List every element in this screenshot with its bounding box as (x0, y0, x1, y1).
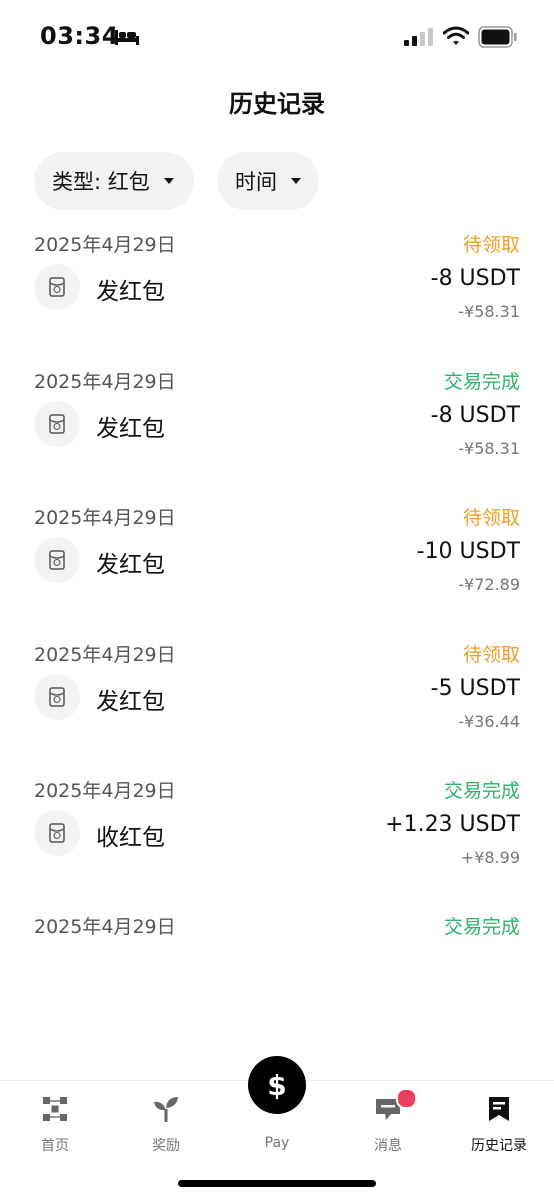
tab-home-label: 首页 (41, 1138, 69, 1154)
record-status: 待领取 (462, 507, 520, 530)
record-amount: -10 USDT (416, 539, 520, 565)
record-fiat-amount: -¥58.31 (458, 302, 520, 322)
red-packet-icon (34, 673, 80, 720)
home-indicator[interactable] (178, 1180, 376, 1187)
home-grid-icon (43, 1097, 67, 1121)
tab-history[interactable]: 历史记录 (454, 1093, 544, 1155)
red-packet-icon (34, 537, 80, 584)
record-date: 2025年4月29日 (34, 370, 176, 393)
record-row[interactable]: 2025年4月29日 交易完成收红包 +1.23 USDT +¥8.99 (0, 766, 554, 902)
dollar-icon: $ (267, 1068, 287, 1102)
record-amount: +1.23 USDT (385, 811, 520, 837)
record-status: 待领取 (462, 643, 520, 666)
record-row[interactable]: 2025年4月29日 交易完成 (0, 902, 554, 1038)
record-row[interactable]: 2025年4月29日 待领取发红包 -5 USDT -¥36.44 (0, 630, 554, 766)
page-title: 历史记录 (229, 90, 325, 118)
battery-icon (478, 26, 517, 48)
tab-messages[interactable]: 消息 (343, 1093, 433, 1155)
signal-icon (404, 28, 433, 46)
records-list[interactable]: 2025年4月29日交易完成发红包-6 USDT-¥43.732025年4月29… (0, 230, 554, 1080)
record-fiat-amount: +¥8.99 (460, 847, 520, 867)
record-date: 2025年4月29日 (34, 916, 176, 939)
record-fiat-amount: -¥72.89 (458, 575, 520, 595)
record-title: 发红包 (96, 279, 165, 306)
caret-down-icon (163, 178, 174, 184)
record-row[interactable]: 2025年4月29日 待领取发红包 -8 USDT -¥58.31 (0, 230, 554, 357)
notification-badge (396, 1088, 417, 1109)
tab-messages-label: 消息 (374, 1138, 402, 1154)
record-amount: -5 USDT (430, 675, 520, 701)
caret-down-icon (291, 178, 301, 184)
wifi-icon (443, 26, 469, 45)
sprout-icon (154, 1097, 178, 1122)
tab-rewards[interactable]: 奖励 (121, 1093, 211, 1155)
red-packet-icon (34, 400, 80, 447)
record-status: 交易完成 (443, 916, 520, 939)
record-status: 交易完成 (443, 370, 520, 393)
record-date: 2025年4月29日 (34, 779, 176, 802)
record-date: 2025年4月29日 (34, 234, 176, 257)
red-packet-icon (34, 264, 80, 311)
status-time: 03:34 (40, 22, 119, 50)
time-filter-dropdown[interactable]: 时间 (217, 152, 319, 210)
pay-button[interactable]: $ (248, 1056, 306, 1114)
record-status: 交易完成 (443, 779, 520, 802)
record-amount: -8 USDT (430, 266, 520, 292)
record-title: 发红包 (96, 415, 165, 442)
record-date: 2025年4月29日 (34, 643, 176, 666)
record-fiat-amount: -¥36.44 (458, 711, 520, 731)
time-filter-label: 时间 (235, 170, 277, 194)
record-title: 收红包 (96, 824, 165, 851)
tab-history-label: 历史记录 (471, 1138, 527, 1154)
record-row[interactable]: 2025年4月29日 交易完成发红包 -8 USDT -¥58.31 (0, 357, 554, 493)
receipt-icon (489, 1097, 509, 1121)
tab-home[interactable]: 首页 (10, 1093, 100, 1155)
record-title: 发红包 (96, 552, 165, 579)
type-filter-dropdown[interactable]: 类型: 红包 (34, 152, 194, 210)
record-date: 2025年4月29日 (34, 507, 176, 530)
record-amount: -8 USDT (430, 402, 520, 428)
tab-rewards-label: 奖励 (152, 1138, 180, 1154)
red-packet-icon (34, 809, 80, 856)
record-fiat-amount: -¥58.31 (458, 438, 520, 458)
type-filter-label: 类型: 红包 (52, 170, 150, 194)
record-row[interactable]: 2025年4月29日 待领取发红包 -10 USDT -¥72.89 (0, 493, 554, 629)
record-title: 发红包 (96, 688, 165, 715)
status-bar: 03:34 (0, 0, 554, 74)
tab-pay-label: Pay (264, 1135, 290, 1151)
bed-icon (115, 30, 139, 45)
record-status: 待领取 (462, 234, 520, 257)
records-list-content: 2025年4月29日交易完成发红包-6 USDT-¥43.732025年4月29… (0, 230, 554, 1039)
